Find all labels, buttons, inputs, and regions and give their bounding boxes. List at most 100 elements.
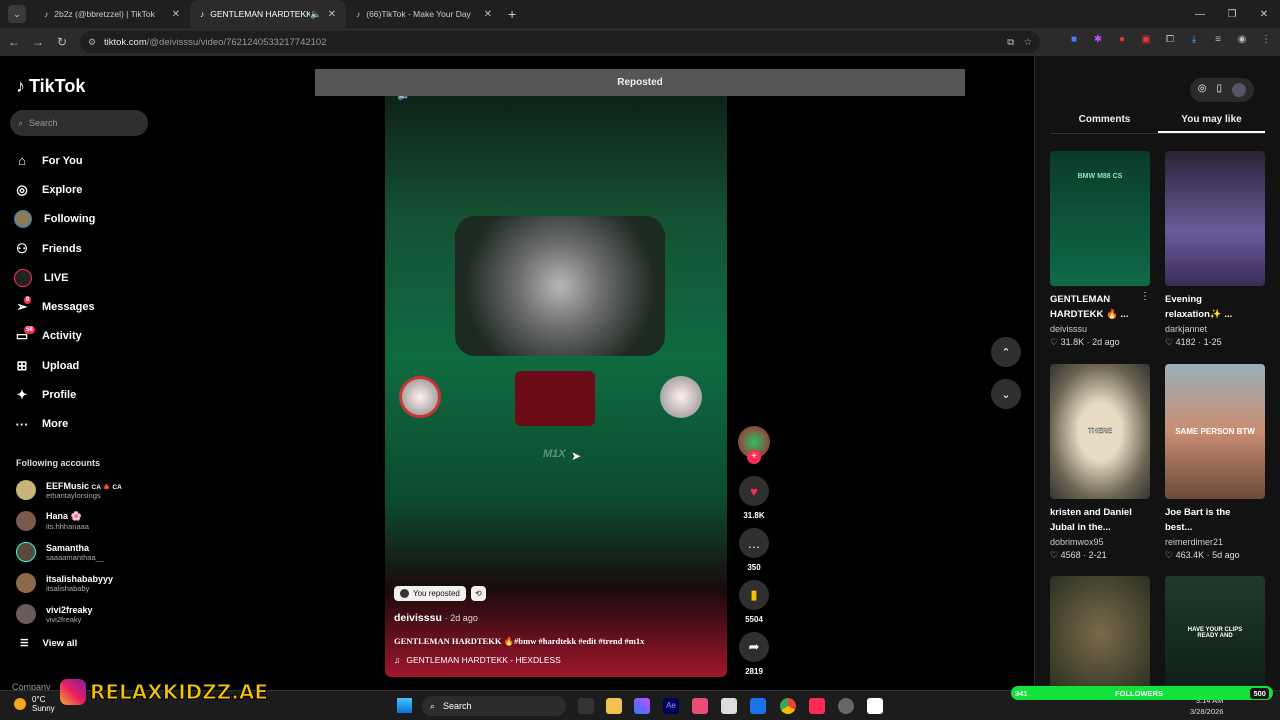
address-bar[interactable]: ⚙ tiktok.com /@deivisssu/video/762124053…	[80, 31, 1040, 53]
compass-icon[interactable]: ◎	[1198, 83, 1207, 97]
task-view-icon[interactable]	[578, 698, 594, 714]
photos-icon[interactable]	[692, 698, 708, 714]
following-account[interactable]: vivi2freaky vivi2freaky	[16, 604, 93, 624]
after-effects-icon[interactable]: Ae	[663, 698, 679, 714]
following-account[interactable]: itsalishababyyy itsalishababy	[16, 573, 113, 593]
user-avatar[interactable]	[1232, 83, 1246, 97]
view-all-link[interactable]: ☰ View all	[20, 638, 77, 649]
author-name[interactable]: deivisssu	[394, 612, 442, 624]
undo-repost-button[interactable]: ⟲	[471, 586, 486, 601]
recommended-video-card[interactable]: SAME PERSON BTW Joe Bart is the best... r…	[1165, 364, 1265, 561]
forward-icon[interactable]: →	[26, 35, 50, 49]
extension-icon[interactable]: ■	[1066, 34, 1082, 45]
media-icon[interactable]: ≡	[1210, 34, 1226, 45]
settings-icon[interactable]	[838, 698, 854, 714]
save-button[interactable]: ▮ 5504	[738, 580, 770, 624]
taskbar-search[interactable]: ⌕ Search	[422, 696, 566, 716]
chrome-icon[interactable]	[780, 698, 796, 714]
sidebar-item-label: Profile	[42, 389, 77, 402]
close-window-icon[interactable]: ✕	[1248, 9, 1280, 20]
card-more-icon[interactable]: ⋮	[1140, 291, 1150, 302]
profile-icon[interactable]: ◉	[1234, 34, 1250, 45]
sidebar-item-upload[interactable]: ⊞ Upload	[14, 351, 95, 380]
menu-dots-icon[interactable]: ⋮	[1258, 34, 1274, 45]
sidebar-item-activity[interactable]: ▭ 58 Activity	[14, 322, 95, 351]
mail-icon[interactable]	[750, 698, 766, 714]
taskbar-search-label: Search	[443, 701, 472, 711]
recommended-video-card[interactable]	[1050, 576, 1150, 690]
new-tab-button[interactable]: +	[508, 6, 516, 22]
following-avatar-icon	[14, 210, 32, 229]
you-reposted-button[interactable]: You reposted	[394, 586, 466, 601]
sidebar-item-for-you[interactable]: ⌂ For You	[14, 146, 95, 175]
recommended-video-card[interactable]: THERE kristen and Daniel Jubal in the... …	[1050, 364, 1150, 561]
minimize-icon[interactable]: —	[1184, 9, 1216, 20]
browser-tab[interactable]: ♪ 2b2z (@bbretzzel) | TikTok ✕	[34, 0, 190, 28]
bookmark-star-icon[interactable]: ☆	[1023, 37, 1032, 48]
following-account[interactable]: Hana 🌸 its.hhhanaaa	[16, 511, 89, 531]
back-icon[interactable]: ←	[2, 35, 26, 49]
file-explorer-icon[interactable]	[606, 698, 622, 714]
store-icon[interactable]	[721, 698, 737, 714]
heart-outline-icon: ♡	[1050, 550, 1059, 560]
view-all-label: View all	[42, 638, 78, 649]
next-video-button[interactable]: ⌄	[991, 379, 1021, 409]
windows-start-icon[interactable]	[397, 698, 412, 713]
extension-icon[interactable]: ✱	[1090, 34, 1106, 45]
avatar	[16, 480, 36, 500]
tab-search-button[interactable]: ⌄	[8, 5, 26, 23]
site-info-icon[interactable]: ⚙	[88, 37, 96, 48]
share-button[interactable]: ➦ 2819	[738, 632, 770, 676]
download-icon[interactable]: ⤓	[1186, 34, 1202, 45]
comment-button[interactable]: … 350	[738, 528, 770, 572]
previous-video-button[interactable]: ⌃	[991, 337, 1021, 367]
sidebar-item-live[interactable]: LIVE	[14, 263, 95, 292]
extension-icon[interactable]: ▣	[1138, 34, 1154, 45]
music-info[interactable]: ♫ GENTLEMAN HARDTEKK - HEXDLESS	[394, 655, 561, 665]
reload-icon[interactable]: ↻	[50, 35, 74, 49]
tab-you-may-like[interactable]: You may like	[1158, 114, 1265, 133]
close-icon[interactable]: ✕	[328, 9, 336, 20]
restore-icon[interactable]: ❐	[1216, 9, 1248, 20]
copilot-icon[interactable]	[634, 698, 650, 714]
sidebar-item-more[interactable]: ··· More	[14, 410, 95, 439]
phone-icon[interactable]: ▯	[1216, 83, 1222, 97]
extension-icon[interactable]: ●	[1114, 34, 1130, 45]
recommended-video-card[interactable]: HAVE YOUR CLIPS READY AND	[1165, 576, 1265, 690]
video-author[interactable]: deivisssu · 2d ago	[394, 612, 478, 624]
browser-tab-strip: ⌄ ♪ 2b2z (@bbretzzel) | TikTok ✕ ♪ GENTL…	[0, 0, 1280, 28]
tab-comments[interactable]: Comments	[1051, 114, 1158, 133]
speaker-icon[interactable]: 🔈	[310, 9, 321, 20]
messages-badge: 8	[24, 296, 32, 305]
sidebar-item-messages[interactable]: ➢ 8 Messages	[14, 292, 95, 321]
weather-widget[interactable]: 0°C Sunny	[14, 695, 55, 713]
browser-tab[interactable]: ♪ (66)TikTok - Make Your Day ✕	[346, 0, 502, 28]
following-account[interactable]: Samantha saaaamanthaa__	[16, 542, 104, 562]
main-nav: ⌂ For You ◎ Explore Following ⚇ Friends LIV…	[14, 146, 95, 439]
following-account[interactable]: EEFMusic CA 🍁 CA ethantaylorsings	[16, 480, 122, 500]
card-title: GENTLEMAN	[1050, 294, 1111, 305]
recommended-video-card[interactable]: BMW M88 CS GENTLEMAN HARDTEKK 🔥 ... deivi…	[1050, 151, 1150, 348]
extensions-puzzle-icon[interactable]: ⧠	[1162, 34, 1178, 45]
tiktok-logo[interactable]: ♪ TikTok	[16, 76, 85, 97]
mouse-cursor-icon: ➤	[571, 449, 582, 463]
sidebar-item-following[interactable]: Following	[14, 205, 95, 234]
repost-icon: ⟲	[475, 589, 482, 598]
sidebar-item-friends[interactable]: ⚇ Friends	[14, 234, 95, 263]
search-input[interactable]: ⌕ Search	[10, 110, 148, 136]
sidebar-item-profile[interactable]: ✦ Profile	[14, 380, 95, 409]
tiktok-app-icon[interactable]	[809, 698, 825, 714]
install-icon[interactable]: ⧉	[1007, 37, 1014, 48]
close-icon[interactable]: ✕	[484, 9, 492, 20]
video-player[interactable]: 🔈 M1X You reposted ⟲ deivisssu · 2d ago …	[385, 96, 727, 677]
close-icon[interactable]: ✕	[172, 9, 180, 20]
browser-tab-active[interactable]: ♪ GENTLEMAN HARDTEKK 🔈 ✕	[190, 0, 346, 28]
like-button[interactable]: ♥ 31.8K	[738, 476, 770, 520]
recommended-video-card[interactable]: Evening relaxation✨ ... darkjannet ♡ 4182…	[1165, 151, 1265, 348]
follow-plus-button[interactable]: +	[747, 450, 761, 464]
sidebar-item-explore[interactable]: ◎ Explore	[14, 175, 95, 204]
volume-icon[interactable]: 🔈	[397, 96, 411, 101]
avatar	[16, 511, 36, 531]
capcut-icon[interactable]	[867, 698, 883, 714]
window-controls: — ❐ ✕	[1184, 0, 1280, 28]
